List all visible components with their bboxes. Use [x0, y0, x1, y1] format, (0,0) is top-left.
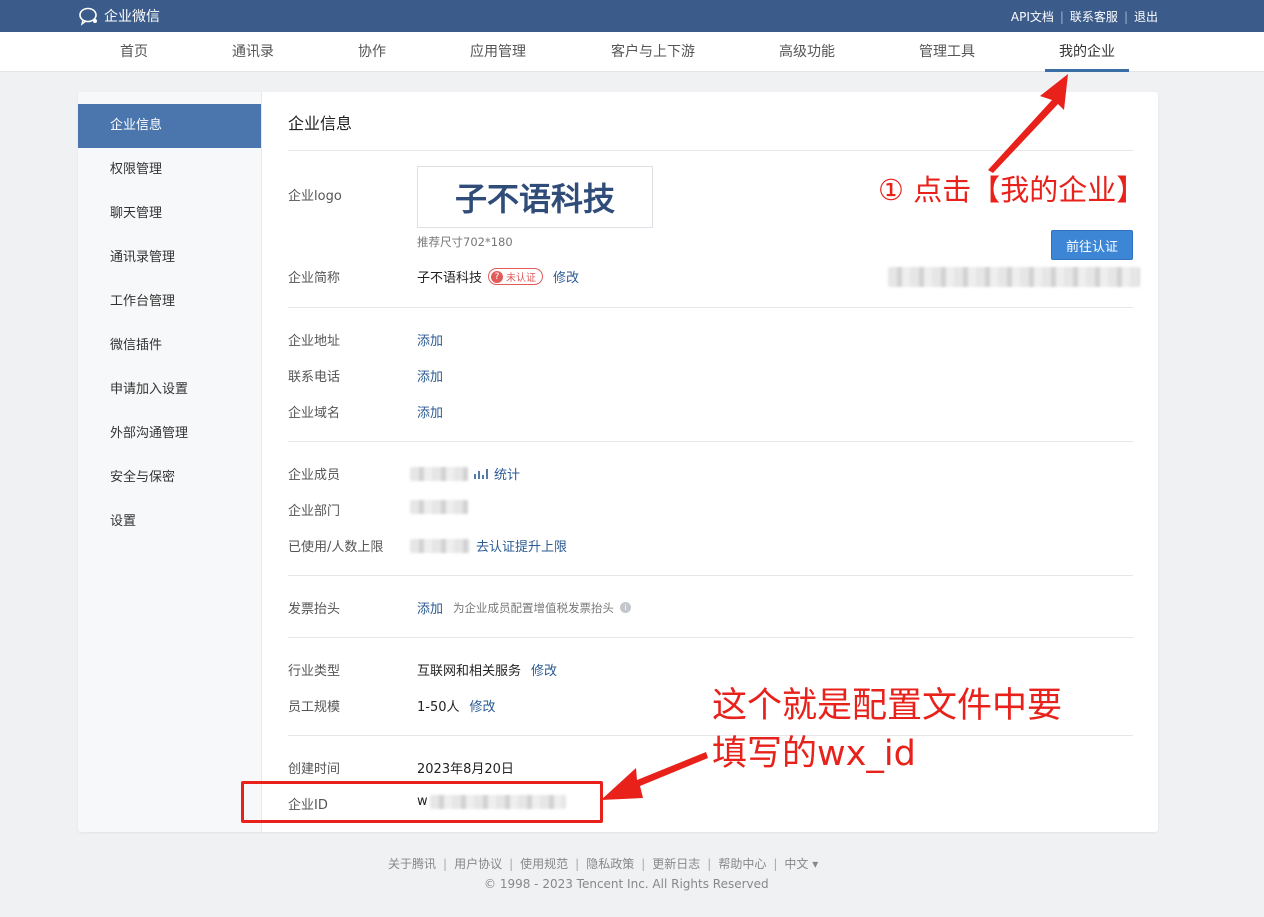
- page-title: 企业信息: [288, 114, 353, 133]
- nav-admin-tools[interactable]: 管理工具: [919, 32, 975, 72]
- divider: [288, 637, 1133, 638]
- nav-customers[interactable]: 客户与上下游: [611, 32, 695, 72]
- divider: [288, 441, 1133, 442]
- invoice-label: 发票抬头: [288, 602, 341, 617]
- divider: [288, 575, 1133, 576]
- sidebar-item-workbench[interactable]: 工作台管理: [78, 280, 261, 324]
- note-annotation-line1: 这个就是配置文件中要: [712, 686, 1063, 726]
- nav-advanced[interactable]: 高级功能: [779, 32, 835, 72]
- usage-row: 去认证提升上限: [410, 536, 567, 555]
- industry-label: 行业类型: [288, 664, 341, 679]
- redacted-usage: [410, 538, 470, 553]
- top-bar: 企业微信 API文档 | 联系客服 | 退出: [0, 0, 1264, 32]
- scale-row: 1-50人 修改: [417, 696, 496, 715]
- api-docs-link[interactable]: API文档: [1011, 8, 1054, 25]
- nav-contacts[interactable]: 通讯录: [232, 32, 274, 72]
- go-certify-button[interactable]: 前往认证: [1051, 230, 1133, 260]
- redacted-info: [888, 267, 1140, 287]
- info-icon[interactable]: i: [620, 602, 632, 613]
- footer-user-agreement[interactable]: 用户协议: [454, 855, 502, 872]
- add-invoice-link[interactable]: 添加: [417, 598, 443, 617]
- unverified-badge[interactable]: ? 未认证: [488, 268, 544, 285]
- wecom-logo-icon: [79, 7, 97, 26]
- logo-label: 企业logo: [288, 189, 342, 204]
- separator: |: [1059, 9, 1064, 24]
- question-icon: ?: [491, 270, 504, 283]
- main-nav: 首页 通讯录 协作 应用管理 客户与上下游 高级功能 管理工具 我的企业: [0, 32, 1264, 72]
- sidebar-item-join-settings[interactable]: 申请加入设置: [78, 368, 261, 412]
- invoice-row: 添加 为企业成员配置增值税发票抬头 i: [417, 598, 632, 617]
- scale-value: 1-50人: [417, 700, 460, 715]
- upgrade-limit-link[interactable]: 去认证提升上限: [476, 536, 567, 555]
- nav-collaboration[interactable]: 协作: [358, 32, 386, 72]
- add-domain-link[interactable]: 添加: [417, 402, 443, 421]
- sidebar-item-permissions[interactable]: 权限管理: [78, 148, 261, 192]
- footer-links: 关于腾讯 | 用户协议 | 使用规范 | 隐私政策 | 更新日志 | 帮助中心 | 中文 ▾: [388, 855, 819, 872]
- corp-id-highlight-box: [241, 781, 603, 823]
- members-row: 统计: [410, 464, 520, 483]
- nav-my-enterprise[interactable]: 我的企业: [1045, 32, 1129, 72]
- usage-label: 已使用/人数上限: [288, 540, 384, 555]
- redacted-member-count: [410, 466, 468, 481]
- logo-text: 子不语科技: [454, 180, 615, 218]
- sidebar-item-external[interactable]: 外部沟通管理: [78, 412, 261, 456]
- created-value: 2023年8月20日: [417, 762, 514, 777]
- footer-changelog[interactable]: 更新日志: [652, 855, 700, 872]
- departments-label: 企业部门: [288, 504, 341, 519]
- footer-about[interactable]: 关于腾讯: [388, 855, 436, 872]
- brand-name: 企业微信: [104, 9, 160, 25]
- sidebar-item-settings[interactable]: 设置: [78, 500, 261, 544]
- nav-home[interactable]: 首页: [120, 32, 148, 72]
- address-label: 企业地址: [288, 334, 341, 349]
- edit-industry-link[interactable]: 修改: [531, 660, 557, 679]
- industry-row: 互联网和相关服务 修改: [417, 660, 557, 679]
- nav-app-management[interactable]: 应用管理: [470, 32, 526, 72]
- members-label: 企业成员: [288, 468, 341, 483]
- created-label: 创建时间: [288, 762, 341, 777]
- sidebar-item-chat[interactable]: 聊天管理: [78, 192, 261, 236]
- short-name-value: 子不语科技: [417, 271, 483, 286]
- contact-support-link[interactable]: 联系客服: [1070, 8, 1118, 25]
- add-address-link[interactable]: 添加: [417, 330, 443, 349]
- domain-label: 企业域名: [288, 406, 341, 421]
- short-name-label: 企业简称: [288, 271, 341, 286]
- copyright: © 1998 - 2023 Tencent Inc. All Rights Re…: [484, 877, 769, 891]
- edit-scale-link[interactable]: 修改: [470, 696, 496, 715]
- footer-help[interactable]: 帮助中心: [718, 855, 766, 872]
- unverified-text: 未认证: [506, 273, 537, 284]
- sidebar-item-security[interactable]: 安全与保密: [78, 456, 261, 500]
- divider: [288, 735, 1133, 736]
- scale-label: 员工规模: [288, 700, 341, 715]
- divider: [288, 150, 1133, 151]
- enterprise-logo[interactable]: 子不语科技: [417, 166, 653, 228]
- sidebar-item-contacts[interactable]: 通讯录管理: [78, 236, 261, 280]
- logout-link[interactable]: 退出: [1134, 8, 1158, 25]
- invoice-hint: 为企业成员配置增值税发票抬头: [453, 600, 615, 615]
- add-phone-link[interactable]: 添加: [417, 366, 443, 385]
- sidebar-item-wechat-plugin[interactable]: 微信插件: [78, 324, 261, 368]
- short-name-row: 子不语科技 ? 未认证 修改: [417, 267, 579, 286]
- divider: [288, 307, 1133, 308]
- sidebar: 企业信息 权限管理 聊天管理 通讯录管理 工作台管理 微信插件 申请加入设置 外…: [78, 92, 262, 832]
- separator: |: [1123, 9, 1128, 24]
- redacted-department-count: [410, 500, 468, 514]
- stats-chart-icon: [474, 468, 488, 479]
- edit-short-name-link[interactable]: 修改: [553, 267, 579, 286]
- footer-privacy[interactable]: 隐私政策: [586, 855, 634, 872]
- footer-language[interactable]: 中文 ▾: [784, 855, 818, 872]
- phone-label: 联系电话: [288, 370, 341, 385]
- logo-size-hint: 推荐尺寸702*180: [417, 235, 513, 249]
- step1-annotation: ① 点击【我的企业】: [878, 173, 1146, 207]
- top-links: API文档 | 联系客服 | 退出: [1011, 8, 1158, 25]
- brand[interactable]: 企业微信: [78, 6, 160, 26]
- note-annotation-line2: 填写的wx_id: [712, 734, 916, 774]
- member-stats-link[interactable]: 统计: [494, 464, 520, 483]
- sidebar-item-enterprise-info[interactable]: 企业信息: [78, 104, 261, 148]
- industry-value: 互联网和相关服务: [417, 664, 522, 679]
- footer-usage-rules[interactable]: 使用规范: [520, 855, 568, 872]
